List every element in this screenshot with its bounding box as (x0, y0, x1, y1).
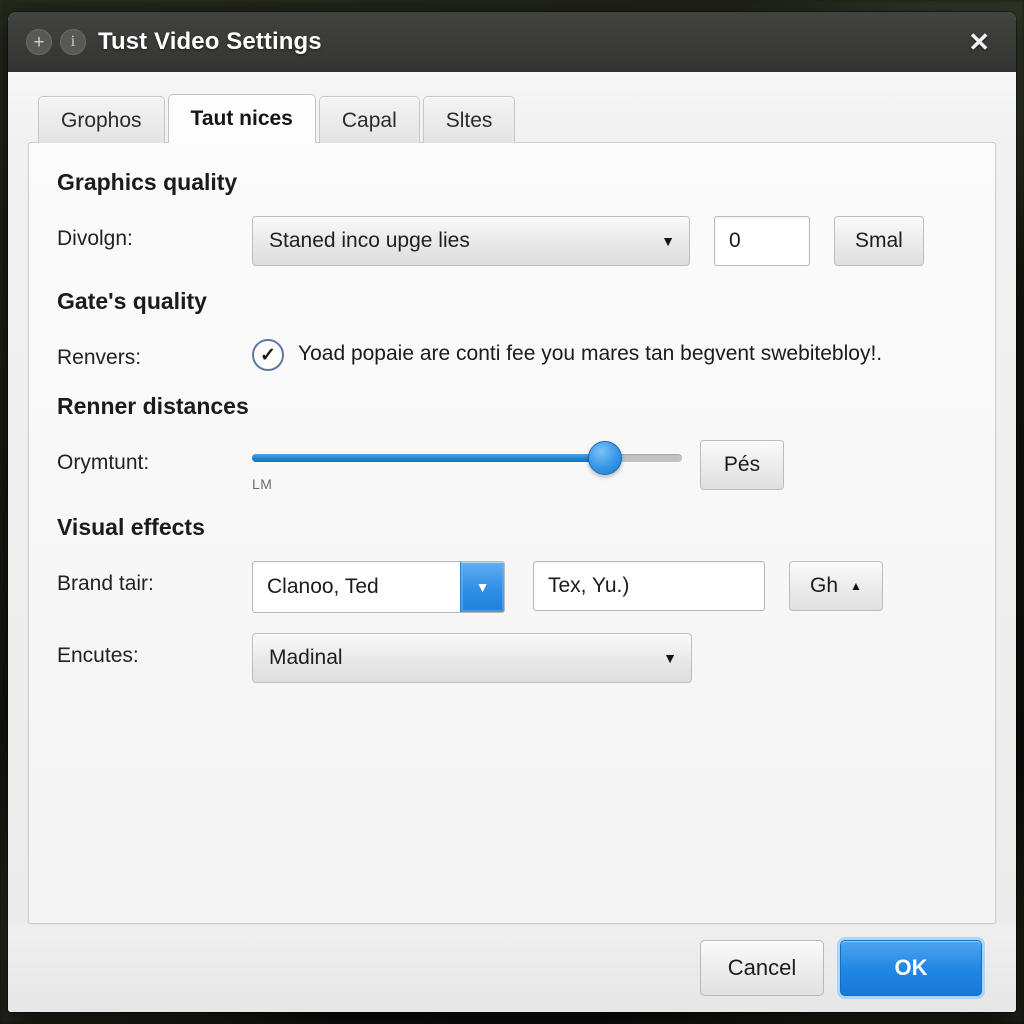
chevron-down-icon: ▼ (661, 233, 675, 250)
chevron-up-icon: ▲ (850, 579, 862, 594)
cancel-button[interactable]: Cancel (700, 940, 824, 996)
check-mark-icon: ✓ (260, 344, 276, 366)
section-title-visual-effects: Visual effects (57, 514, 205, 541)
dropdown-graphics-preset[interactable]: Staned inco upge lies ▼ (252, 216, 690, 267)
ok-button-label: OK (894, 955, 928, 980)
checkbox-label[interactable]: Yoad popaie are conti fee you mares tan … (298, 339, 882, 369)
slider-thumb[interactable] (587, 441, 622, 476)
window-body: Grophos Taut nices Capal Sltes Graphics … (8, 72, 1016, 924)
label-renvers: Renvers: (57, 346, 142, 370)
info-icon[interactable]: i (60, 29, 86, 55)
checkbox-row: ✓ Yoad popaie are conti fee you mares ta… (252, 335, 882, 372)
section-title-gates-quality: Gate's quality (57, 288, 207, 315)
tab-taut-nices[interactable]: Taut nices (167, 94, 316, 144)
button-pes[interactable]: Pés (700, 440, 784, 491)
tab-strip: Grophos Taut nices Capal Sltes (28, 94, 996, 144)
titlebar-icon-group: + i (26, 29, 86, 55)
label-orymtunt: Orymtunt: (57, 451, 150, 475)
input-graphics-number-value: 0 (729, 229, 741, 253)
settings-plus-icon[interactable]: + (26, 29, 52, 55)
combobox-brand-tair-value: Clanoo, Ted (267, 575, 379, 599)
tab-sltes[interactable]: Sltes (422, 96, 516, 144)
ok-button[interactable]: OK (840, 940, 982, 996)
checkbox-icon[interactable]: ✓ (252, 339, 284, 372)
tab-capal[interactable]: Capal (318, 96, 420, 144)
close-icon[interactable]: ✕ (960, 25, 998, 59)
label-encutes: Encutes: (57, 644, 139, 668)
caret-glyph: ▼ (475, 579, 490, 596)
row-renvers: Renvers: ✓ Yoad popaie are conti fee you… (57, 335, 965, 372)
row-orymtunt: Orymtunt: LM Pés (57, 440, 965, 492)
window-title: Tust Video Settings (98, 28, 322, 55)
row-divolgn: Divolgn: Staned inco upge lies ▼ 0 Smal (57, 216, 965, 267)
window-titlebar: + i Tust Video Settings ✕ (8, 12, 1016, 72)
group-gates-quality: Gate's quality Renvers: ✓ Yoad popaie ar… (57, 288, 965, 372)
slider-fill (252, 454, 605, 463)
dialog-footer: Cancel OK (8, 924, 1016, 1012)
button-gh-label: Gh (810, 574, 839, 598)
slider-renner-distance[interactable]: LM (252, 440, 682, 492)
slider-track[interactable] (252, 441, 682, 476)
settings-panel: Graphics quality Divolgn: Staned inco up… (28, 142, 996, 924)
label-divolgn: Divolgn: (57, 227, 133, 251)
button-pes-label: Pés (723, 453, 761, 477)
group-renner-distances: Renner distances Orymtunt: LM Pés (57, 393, 965, 492)
slider-min-label: LM (252, 476, 273, 493)
button-smal-label: Smal (855, 229, 903, 253)
row-encutes: Encutes: Madinal ▼ (57, 633, 965, 684)
tab-grophos[interactable]: Grophos (38, 96, 165, 144)
section-title-graphics-quality: Graphics quality (57, 169, 238, 196)
button-smal[interactable]: Smal (834, 216, 924, 267)
section-title-renner-distances: Renner distances (57, 393, 249, 420)
button-gh[interactable]: Gh ▲ (789, 561, 883, 612)
input-visual-effects-value: Tex, Yu.) (548, 574, 630, 598)
dropdown-encutes[interactable]: Madinal ▼ (252, 633, 692, 684)
row-brand-tair: Brand tair: Clanoo, Ted ▼ Tex, Yu.) Gh ▲ (57, 561, 965, 614)
video-settings-window: + i Tust Video Settings ✕ Grophos Taut n… (8, 12, 1016, 1012)
input-visual-effects-text[interactable]: Tex, Yu.) (533, 561, 765, 612)
dropdown-graphics-preset-value: Staned inco upge lies (269, 229, 470, 253)
dropdown-encutes-value: Madinal (269, 646, 343, 670)
combobox-brand-tair[interactable]: Clanoo, Ted ▼ (252, 561, 505, 614)
cancel-button-label: Cancel (727, 955, 797, 980)
input-graphics-number[interactable]: 0 (714, 216, 810, 267)
chevron-down-icon-blue[interactable]: ▼ (460, 562, 504, 613)
group-graphics-quality: Graphics quality Divolgn: Staned inco up… (57, 169, 965, 267)
group-visual-effects: Visual effects Brand tair: Clanoo, Ted ▼… (57, 514, 965, 684)
chevron-down-icon: ▼ (663, 650, 677, 667)
label-brand-tair: Brand tair: (57, 572, 154, 596)
